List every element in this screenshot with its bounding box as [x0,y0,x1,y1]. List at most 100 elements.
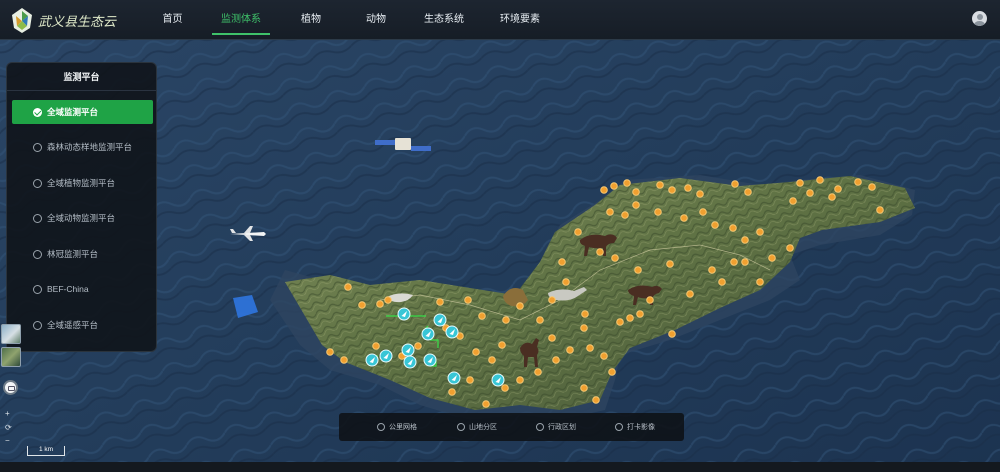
monitoring-site-marker[interactable] [756,228,764,236]
nav-monitoring-system[interactable]: 监测体系 [212,0,270,40]
layer-admin-division[interactable]: 行政区划 [536,422,576,432]
monitoring-site-marker[interactable] [696,190,704,198]
platform-item-forest-plot[interactable]: 森林动态样地监测平台 [12,135,153,159]
monitoring-site-marker[interactable] [358,301,366,309]
monitoring-site-marker[interactable] [344,283,352,291]
monitoring-site-marker[interactable] [384,296,392,304]
monitoring-site-marker[interactable] [868,183,876,191]
monitoring-site-marker[interactable] [502,316,510,324]
reset-view-button[interactable]: ⟳ [5,423,12,433]
monitoring-site-marker[interactable] [816,176,824,184]
monitoring-site-marker[interactable] [558,258,566,266]
monitoring-site-marker[interactable] [372,342,380,350]
basemap-thumbnail-vector[interactable] [1,324,21,344]
monitoring-site-marker[interactable] [636,310,644,318]
monitoring-site-marker[interactable] [876,206,884,214]
monitoring-site-marker[interactable] [828,193,836,201]
monitoring-site-marker[interactable] [482,400,490,408]
monitoring-site-marker[interactable] [666,260,674,268]
monitoring-site-marker[interactable] [376,300,384,308]
user-avatar-icon[interactable] [972,11,987,26]
monitoring-site-marker[interactable] [501,384,509,392]
nav-home[interactable]: 首页 [150,0,195,40]
monitoring-site-marker[interactable] [741,258,749,266]
monitoring-site-marker[interactable] [340,356,348,364]
monitoring-site-marker[interactable] [534,368,542,376]
monitoring-site-marker[interactable] [466,376,474,384]
monitoring-site-marker[interactable] [646,296,654,304]
zoom-in-button[interactable]: + [5,409,10,419]
monitoring-site-marker[interactable] [606,208,614,216]
monitoring-site-marker[interactable] [436,298,444,306]
monitoring-site-marker[interactable] [680,214,688,222]
monitoring-site-marker[interactable] [834,185,842,193]
nav-plants[interactable]: 植物 [290,0,332,40]
layer-km-grid[interactable]: 公里网格 [377,422,417,432]
platform-item-bef-china[interactable]: BEF-China [12,277,153,301]
nav-animals[interactable]: 动物 [355,0,397,40]
monitoring-site-marker[interactable] [854,178,862,186]
monitoring-site-marker[interactable] [789,197,797,205]
monitoring-site-marker[interactable] [668,330,676,338]
monitoring-site-marker[interactable] [768,254,776,262]
monitoring-site-marker[interactable] [566,346,574,354]
monitoring-site-marker[interactable] [596,248,604,256]
nav-environment[interactable]: 环境要素 [492,0,548,40]
monitoring-site-marker[interactable] [562,278,570,286]
zoom-out-button[interactable]: − [5,436,10,446]
monitoring-site-marker[interactable] [632,201,640,209]
monitoring-site-marker[interactable] [744,188,752,196]
monitoring-site-marker[interactable] [654,208,662,216]
platform-item-plants[interactable]: 全域植物监测平台 [12,171,153,195]
monitoring-site-marker[interactable] [686,290,694,298]
monitoring-site-marker[interactable] [699,208,707,216]
monitoring-site-marker[interactable] [448,388,456,396]
monitoring-site-marker[interactable] [592,396,600,404]
monitoring-site-marker[interactable] [806,189,814,197]
monitoring-site-marker[interactable] [731,180,739,188]
monitoring-site-marker[interactable] [581,310,589,318]
monitoring-site-marker[interactable] [586,344,594,352]
monitoring-site-marker[interactable] [634,266,642,274]
monitoring-site-marker[interactable] [741,236,749,244]
platform-item-global[interactable]: 全域监测平台 [12,100,153,124]
monitoring-site-marker[interactable] [478,312,486,320]
monitoring-site-marker[interactable] [626,314,634,322]
monitoring-site-marker[interactable] [516,302,524,310]
monitoring-site-marker[interactable] [548,334,556,342]
monitoring-site-marker[interactable] [464,296,472,304]
monitoring-site-marker[interactable] [796,179,804,187]
platform-item-remote-sensing[interactable]: 全域遥感平台 [12,313,153,337]
monitoring-site-marker[interactable] [611,254,619,262]
layer-mountain-zones[interactable]: 山地分区 [457,422,497,432]
monitoring-site-marker[interactable] [552,356,560,364]
app-logo[interactable]: 武义县生态云 [10,4,120,36]
monitoring-site-marker[interactable] [786,244,794,252]
monitoring-site-marker[interactable] [608,368,616,376]
monitoring-site-marker[interactable] [756,278,764,286]
monitoring-site-marker[interactable] [580,384,588,392]
monitoring-site-marker[interactable] [621,211,629,219]
monitoring-site-marker[interactable] [718,278,726,286]
monitoring-site-marker[interactable] [684,184,692,192]
platform-item-canopy[interactable]: 林冠监测平台 [12,242,153,266]
monitoring-site-marker[interactable] [729,224,737,232]
layer-checkin-imagery[interactable]: 打卡影像 [615,422,655,432]
monitoring-site-marker[interactable] [730,258,738,266]
monitoring-site-marker[interactable] [600,352,608,360]
monitoring-site-marker[interactable] [600,186,608,194]
monitoring-site-marker[interactable] [580,324,588,332]
monitoring-site-marker[interactable] [326,348,334,356]
monitoring-site-marker[interactable] [668,186,676,194]
monitoring-site-marker[interactable] [574,228,582,236]
monitoring-site-marker[interactable] [536,316,544,324]
monitoring-site-marker[interactable] [656,181,664,189]
platform-item-animals[interactable]: 全域动物监测平台 [12,206,153,230]
monitoring-site-marker[interactable] [610,182,618,190]
monitoring-site-marker[interactable] [711,221,719,229]
monitoring-site-marker[interactable] [488,356,496,364]
monitoring-site-marker[interactable] [548,296,556,304]
monitoring-site-marker[interactable] [632,188,640,196]
compass-icon[interactable] [3,380,18,395]
monitoring-site-marker[interactable] [498,341,506,349]
